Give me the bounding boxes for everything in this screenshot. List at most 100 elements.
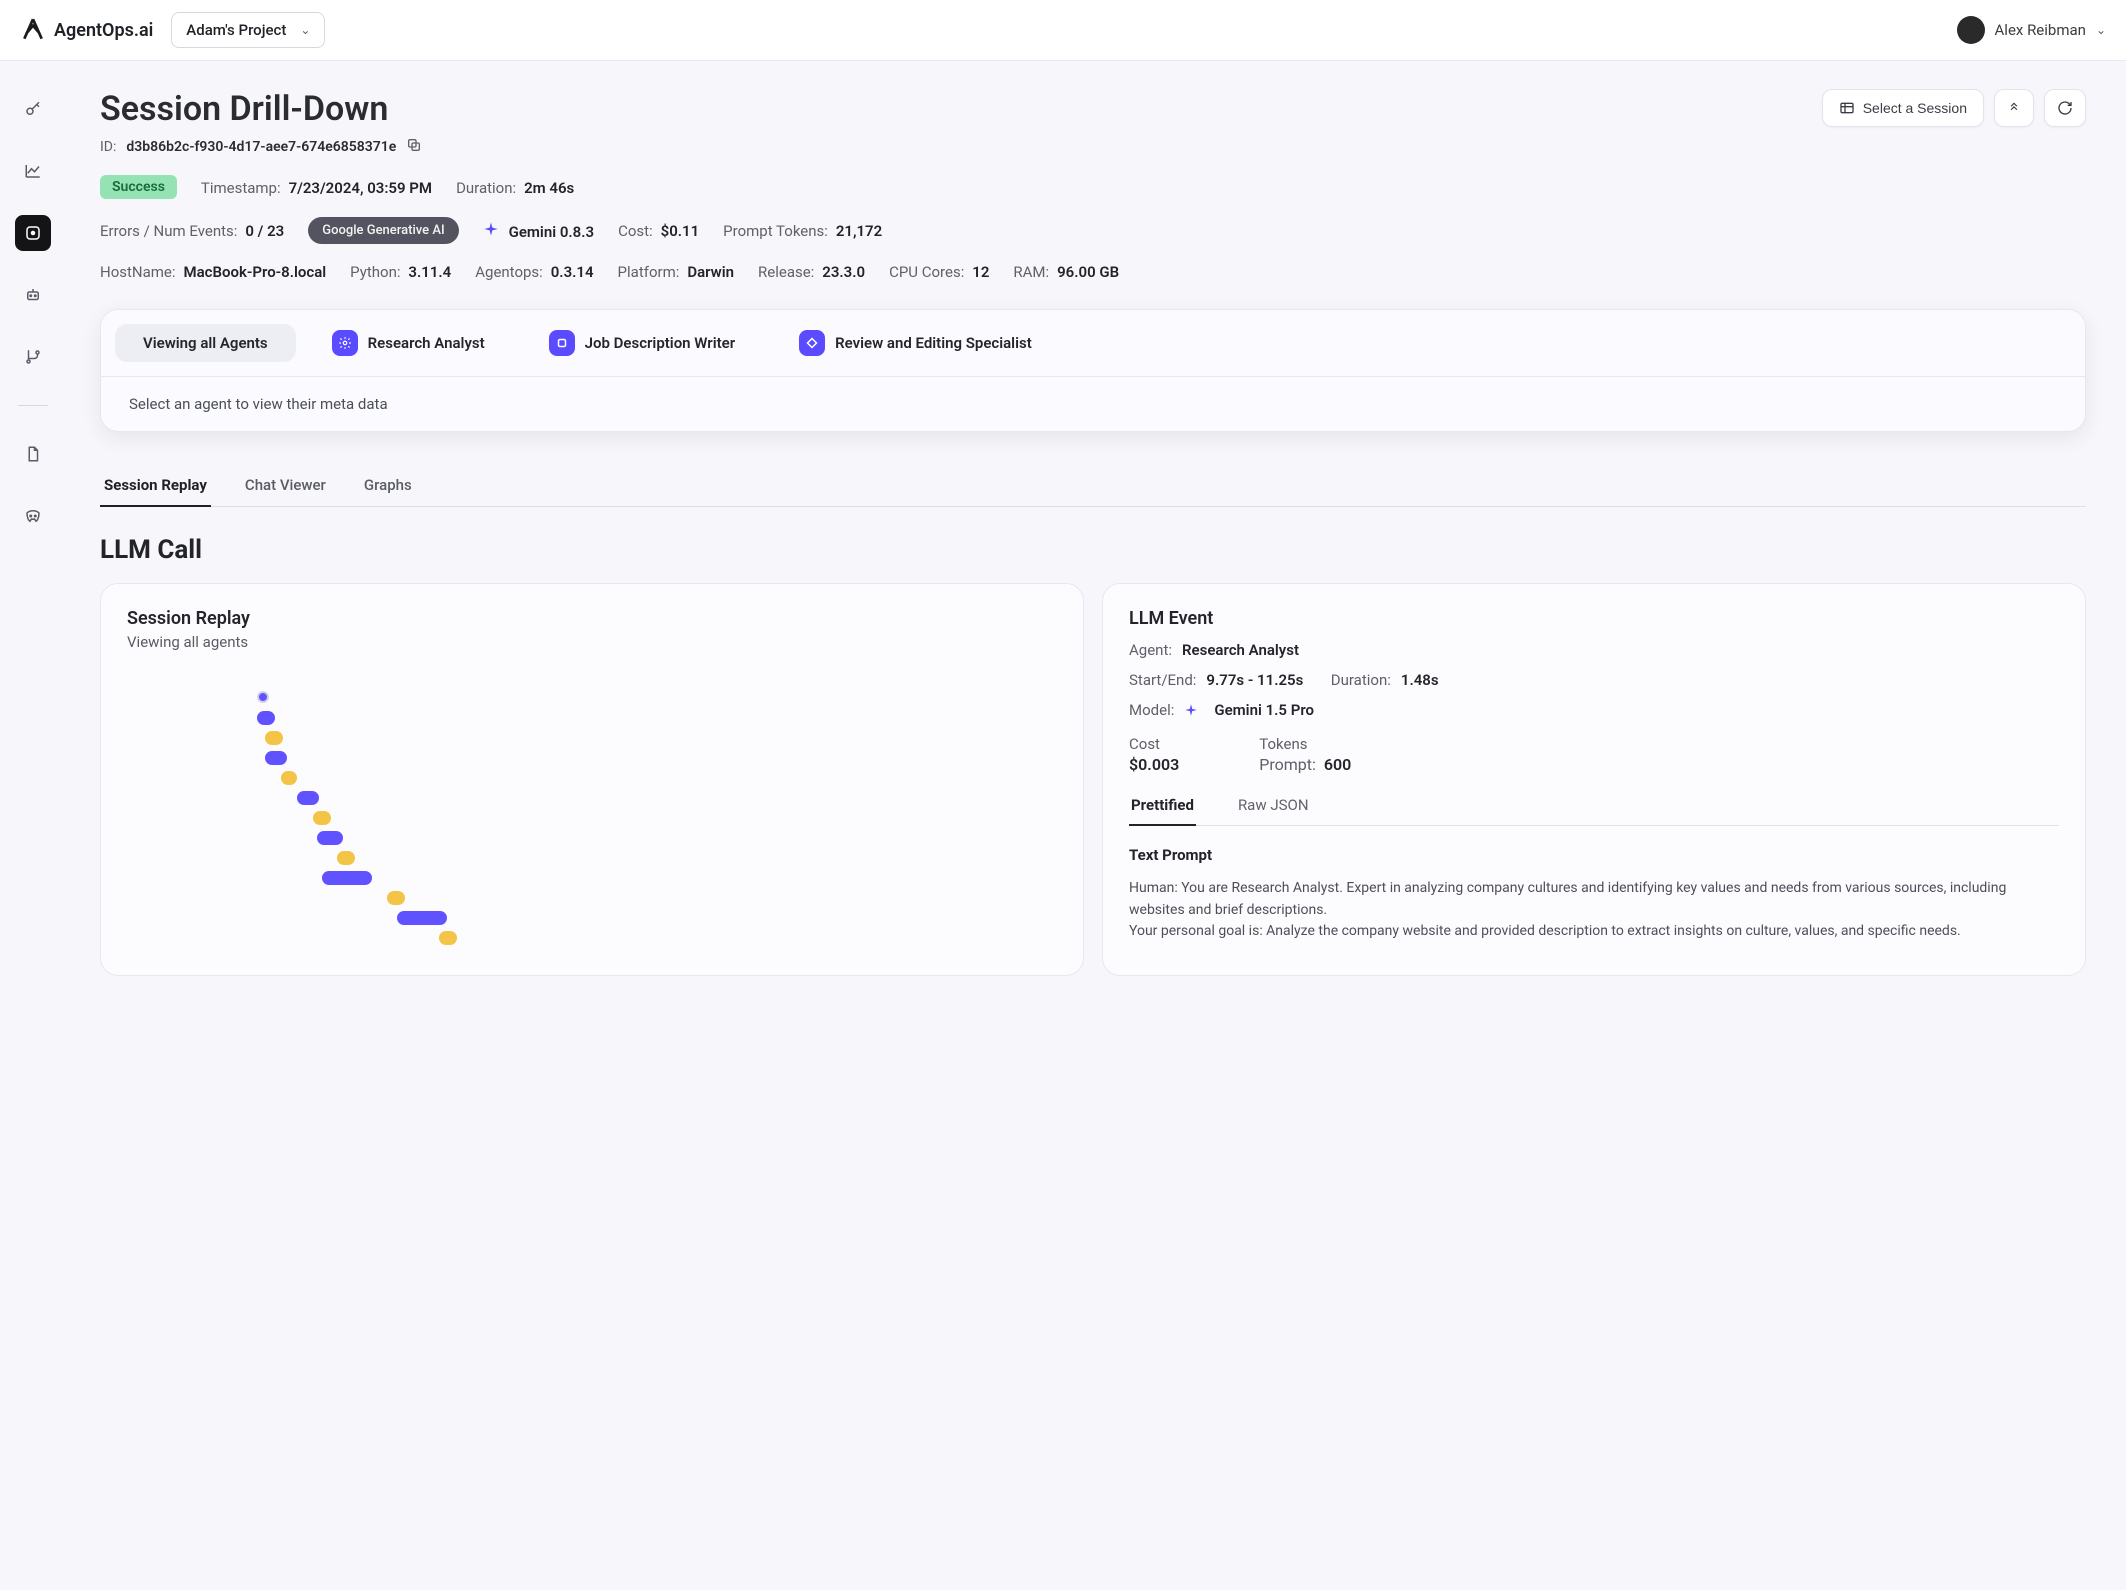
ram-value: 96.00 GB — [1057, 263, 1119, 281]
refresh-button[interactable] — [2044, 89, 2086, 127]
python-label: Python: — [350, 263, 400, 281]
chevron-down-icon: ⌄ — [2096, 23, 2106, 37]
duration-value: 2m 46s — [524, 179, 574, 197]
tab-graphs[interactable]: Graphs — [360, 476, 416, 506]
gantt-bar[interactable] — [265, 731, 283, 745]
robot-icon[interactable] — [15, 277, 51, 313]
user-name: Alex Reibman — [1995, 21, 2086, 39]
chevron-down-icon: ⌄ — [300, 23, 310, 37]
gantt-bar[interactable] — [257, 711, 275, 725]
replay-subtitle: Viewing all agents — [127, 633, 1057, 651]
doc-icon[interactable] — [15, 436, 51, 472]
tab-session-replay[interactable]: Session Replay — [100, 476, 211, 506]
event-tabs: Prettified Raw JSON — [1129, 796, 2059, 826]
python-value: 3.11.4 — [408, 263, 451, 281]
chart-line-icon[interactable] — [15, 153, 51, 189]
user-menu[interactable]: Alex Reibman ⌄ — [1957, 16, 2106, 44]
discord-icon[interactable] — [15, 498, 51, 534]
agent-tabs: Viewing all Agents Research Analyst Job … — [101, 310, 2085, 377]
host-label: HostName: — [100, 263, 176, 281]
ptokens-value: 21,172 — [836, 222, 882, 240]
gantt-bar[interactable] — [317, 831, 343, 845]
sidebar — [0, 61, 66, 1036]
errors-label: Errors / Num Events: — [100, 222, 237, 240]
duration-label: Duration: — [456, 179, 516, 197]
release-value: 23.3.0 — [822, 263, 865, 281]
gantt-bar[interactable] — [337, 851, 355, 865]
gantt-bar[interactable] — [297, 791, 319, 805]
event-ptok-label: Prompt: — [1259, 755, 1316, 774]
collapse-button[interactable] — [1994, 89, 2034, 127]
cpu-label: CPU Cores: — [889, 263, 964, 281]
gantt-bar[interactable] — [265, 751, 287, 765]
agent-tab-review[interactable]: Review and Editing Specialist — [771, 320, 1060, 366]
event-start-end-label: Start/End: — [1129, 671, 1196, 689]
provider-badge: Google Generative AI — [308, 217, 458, 244]
prompt-heading: Text Prompt — [1129, 846, 2059, 864]
refresh-icon — [2057, 100, 2073, 116]
event-tokens-label: Tokens — [1259, 735, 1351, 753]
key-icon[interactable] — [15, 91, 51, 127]
gantt-bar[interactable] — [387, 891, 405, 905]
tab-chat-viewer[interactable]: Chat Viewer — [241, 476, 330, 506]
agent-tab-label: Job Description Writer — [585, 334, 735, 352]
event-duration-value: 1.48s — [1401, 671, 1439, 689]
replay-title: Session Replay — [127, 608, 1057, 629]
gantt-bar[interactable] — [439, 931, 457, 945]
gantt-bar[interactable] — [281, 771, 297, 785]
event-cost-value: $0.003 — [1129, 755, 1179, 774]
cost-label: Cost: — [618, 222, 653, 240]
event-model-value: Gemini 1.5 Pro — [1214, 701, 1314, 719]
sparkle-icon — [483, 221, 499, 237]
brand-name: AgentOps.ai — [54, 20, 153, 41]
agent-panel: Viewing all Agents Research Analyst Job … — [100, 309, 2086, 432]
agent-tab-label: Viewing all Agents — [143, 334, 268, 352]
diamond-icon — [799, 330, 825, 356]
gantt-bar[interactable] — [313, 811, 331, 825]
gantt-bar[interactable] — [322, 871, 372, 885]
sidebar-divider — [18, 405, 48, 406]
tab-prettified[interactable]: Prettified — [1129, 796, 1196, 826]
prompt-line-1: Human: You are Research Analyst. Expert … — [1129, 878, 2059, 921]
replay-gantt-chart[interactable] — [127, 691, 1057, 951]
agent-tab-research[interactable]: Research Analyst — [304, 320, 513, 366]
sessions-icon[interactable] — [15, 215, 51, 251]
gear-icon — [332, 330, 358, 356]
project-selected: Adam's Project — [186, 21, 286, 39]
event-ptok-value: 600 — [1324, 755, 1351, 774]
errors-value: 0 / 23 — [245, 222, 284, 240]
agentops-value: 0.3.14 — [551, 263, 594, 281]
select-session-label: Select a Session — [1863, 100, 1967, 116]
sparkle-icon — [1184, 701, 1198, 719]
session-id: d3b86b2c-f930-4d17-aee7-674e6858371e — [126, 139, 396, 155]
square-icon — [549, 330, 575, 356]
agent-tab-all[interactable]: Viewing all Agents — [115, 324, 296, 362]
event-title: LLM Event — [1129, 608, 2059, 629]
timestamp-label: Timestamp: — [201, 179, 281, 197]
status-badge: Success — [100, 175, 177, 199]
event-cost-label: Cost — [1129, 735, 1179, 753]
page-title: Session Drill-Down — [100, 89, 422, 129]
view-tabs: Session Replay Chat Viewer Graphs — [100, 476, 2086, 507]
agent-hint: Select an agent to view their meta data — [101, 377, 2085, 431]
platform-value: Darwin — [687, 263, 734, 281]
gantt-bar[interactable] — [397, 911, 447, 925]
select-session-button[interactable]: Select a Session — [1822, 89, 1984, 127]
event-duration-label: Duration: — [1331, 671, 1391, 689]
chevrons-up-icon — [2007, 101, 2021, 115]
cost-value: $0.11 — [661, 222, 700, 240]
avatar — [1957, 16, 1985, 44]
tab-raw-json[interactable]: Raw JSON — [1236, 796, 1311, 825]
event-agent-value: Research Analyst — [1182, 641, 1299, 659]
event-start-end-value: 9.77s - 11.25s — [1206, 671, 1303, 689]
brand-logo[interactable]: AgentOps.ai — [20, 17, 153, 43]
copy-icon[interactable] — [406, 137, 422, 157]
host-value: MacBook-Pro-8.local — [183, 263, 326, 281]
branch-icon[interactable] — [15, 339, 51, 375]
project-selector[interactable]: Adam's Project ⌄ — [171, 12, 325, 48]
agent-tab-writer[interactable]: Job Description Writer — [521, 320, 763, 366]
gantt-marker — [257, 691, 269, 703]
ram-label: RAM: — [1013, 263, 1049, 281]
agent-tab-label: Research Analyst — [368, 334, 485, 352]
agent-tab-label: Review and Editing Specialist — [835, 334, 1032, 352]
